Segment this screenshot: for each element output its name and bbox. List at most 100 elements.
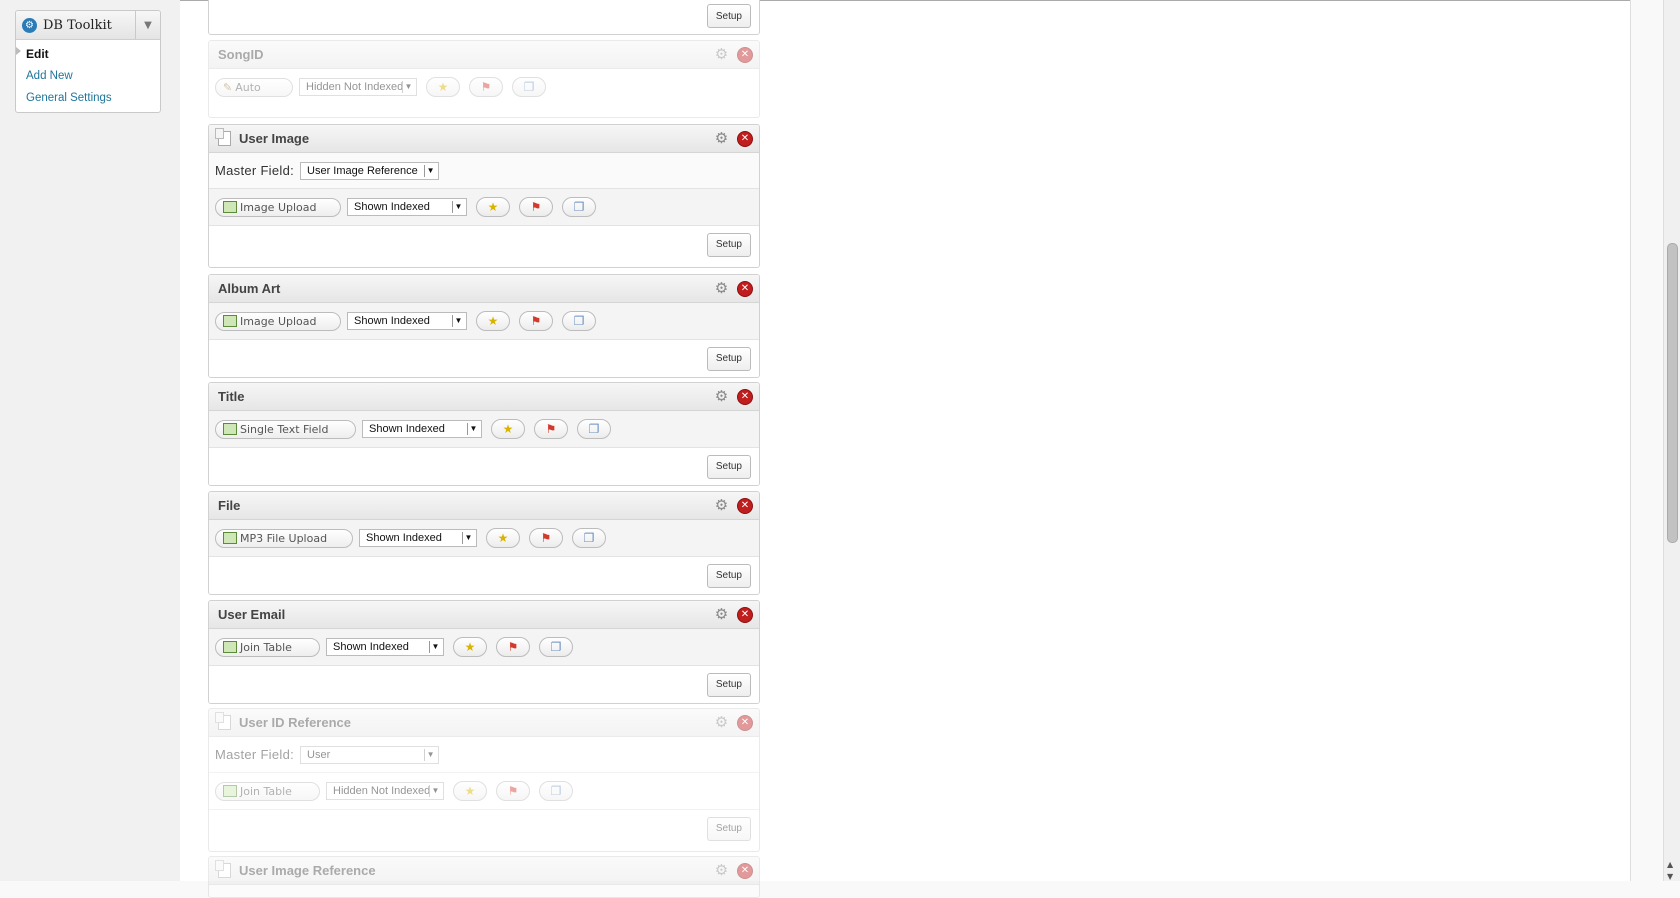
duplicate-icon: ❐ bbox=[523, 80, 535, 94]
field-title: User Image bbox=[239, 131, 310, 146]
field-title: User ID Reference bbox=[239, 715, 351, 730]
visibility-value: Shown Indexed bbox=[354, 201, 430, 213]
field-title: Album Art bbox=[218, 281, 281, 296]
duplicate-icon: ❐ bbox=[550, 784, 562, 798]
duplicate-button[interactable]: ❐ bbox=[539, 637, 573, 657]
field-panel-album-art: Album Art ⚙ ✕ Image Upload Shown Indexed… bbox=[208, 274, 760, 378]
setup-button[interactable]: Setup bbox=[706, 4, 751, 28]
setup-button[interactable]: Setup bbox=[706, 816, 751, 841]
gear-icon[interactable]: ⚙ bbox=[714, 47, 729, 62]
vertical-scrollbar[interactable]: ▲ ▼ bbox=[1663, 0, 1680, 881]
field-type-pill[interactable]: Image Upload bbox=[215, 197, 341, 217]
field-type-pill[interactable]: Join Table bbox=[215, 637, 320, 657]
field-type-icon bbox=[223, 532, 237, 544]
gear-icon[interactable]: ⚙ bbox=[714, 607, 729, 622]
flag-button[interactable]: ⚑ bbox=[496, 637, 530, 657]
flag-button[interactable]: ⚑ bbox=[519, 311, 553, 331]
master-field-select[interactable]: User ▼ bbox=[300, 745, 440, 764]
field-type-label: Join Table bbox=[240, 784, 292, 798]
field-type-pill[interactable]: Image Upload bbox=[215, 311, 341, 331]
field-type-pill[interactable]: ✎ Auto bbox=[215, 77, 293, 97]
setup-button[interactable]: Setup bbox=[706, 232, 751, 257]
scroll-up-icon[interactable]: ▲ bbox=[1667, 860, 1673, 869]
duplicate-button[interactable]: ❐ bbox=[572, 528, 606, 548]
visibility-select[interactable]: Shown Indexed ▼ bbox=[347, 198, 467, 216]
star-button[interactable]: ★ bbox=[453, 637, 487, 657]
flag-icon: ⚑ bbox=[507, 640, 519, 654]
close-icon[interactable]: ✕ bbox=[737, 281, 753, 297]
scroll-down-icon[interactable]: ▼ bbox=[1667, 872, 1673, 881]
gear-icon[interactable]: ⚙ bbox=[714, 863, 729, 878]
gear-icon[interactable]: ⚙ bbox=[714, 281, 729, 296]
star-button[interactable]: ★ bbox=[426, 77, 460, 97]
close-icon[interactable]: ✕ bbox=[737, 389, 753, 405]
duplicate-button[interactable]: ❐ bbox=[512, 77, 546, 97]
star-button[interactable]: ★ bbox=[491, 419, 525, 439]
gear-icon[interactable]: ⚙ bbox=[714, 498, 729, 513]
visibility-select[interactable]: Shown Indexed ▼ bbox=[326, 638, 444, 656]
field-type-pill[interactable]: Join Table bbox=[215, 781, 320, 801]
close-icon[interactable]: ✕ bbox=[737, 47, 753, 63]
chevron-down-icon: ▼ bbox=[429, 785, 441, 797]
field-title: User Email bbox=[218, 607, 286, 622]
close-icon[interactable]: ✕ bbox=[737, 715, 753, 731]
setup-button[interactable]: Setup bbox=[706, 563, 751, 588]
setup-button[interactable]: Setup bbox=[706, 672, 751, 697]
chevron-down-icon: ▼ bbox=[424, 748, 436, 761]
wand-icon: ✎ bbox=[223, 80, 233, 94]
document-icon bbox=[215, 712, 231, 730]
star-button[interactable]: ★ bbox=[486, 528, 520, 548]
menu-item-general-settings[interactable]: General Settings bbox=[16, 87, 160, 112]
field-panel-user-id-reference: User ID Reference ⚙ ✕ Master Field: User… bbox=[208, 708, 760, 852]
field-type-pill[interactable]: MP3 File Upload bbox=[215, 528, 353, 548]
flag-button[interactable]: ⚑ bbox=[529, 528, 563, 548]
field-panel-user-image: User Image ⚙ ✕ Master Field: User Image … bbox=[208, 124, 760, 268]
star-button[interactable]: ★ bbox=[476, 311, 510, 331]
gear-icon[interactable]: ⚙ bbox=[714, 131, 729, 146]
close-icon[interactable]: ✕ bbox=[737, 498, 753, 514]
close-icon[interactable]: ✕ bbox=[737, 863, 753, 879]
visibility-select[interactable]: Hidden Not Indexed ▼ bbox=[299, 78, 417, 96]
duplicate-icon: ❐ bbox=[550, 640, 562, 654]
field-title: File bbox=[218, 498, 241, 513]
close-icon[interactable]: ✕ bbox=[737, 131, 753, 147]
setup-button[interactable]: Setup bbox=[706, 454, 751, 479]
field-type-label: Join Table bbox=[240, 640, 292, 654]
duplicate-button[interactable]: ❐ bbox=[562, 311, 596, 331]
master-field-value: User bbox=[307, 748, 331, 761]
visibility-value: Shown Indexed bbox=[366, 532, 442, 544]
gear-icon[interactable]: ⚙ bbox=[714, 715, 729, 730]
gear-icon[interactable]: ⚙ bbox=[714, 389, 729, 404]
duplicate-button[interactable]: ❐ bbox=[577, 419, 611, 439]
menu-toggle-icon[interactable]: ▼ bbox=[135, 11, 160, 39]
field-title: SongID bbox=[218, 47, 264, 62]
close-icon[interactable]: ✕ bbox=[737, 607, 753, 623]
flag-button[interactable]: ⚑ bbox=[534, 419, 568, 439]
visibility-select[interactable]: Hidden Not Indexed ▼ bbox=[326, 782, 444, 800]
field-type-label: Image Upload bbox=[240, 200, 317, 214]
master-field-select[interactable]: User Image Reference ▼ bbox=[300, 161, 440, 180]
menu-item-edit[interactable]: Edit bbox=[16, 40, 160, 65]
setup-button[interactable]: Setup bbox=[706, 346, 751, 371]
dbtoolkit-menu: ⚙ DB Toolkit ▼ Edit Add New General Sett… bbox=[15, 10, 161, 113]
flag-icon: ⚑ bbox=[540, 531, 552, 545]
duplicate-button[interactable]: ❐ bbox=[562, 197, 596, 217]
flag-button[interactable]: ⚑ bbox=[519, 197, 553, 217]
field-type-pill[interactable]: Single Text Field bbox=[215, 419, 356, 439]
menu-item-add-new[interactable]: Add New bbox=[16, 65, 160, 87]
scrollbar-thumb[interactable] bbox=[1667, 243, 1678, 543]
duplicate-button[interactable]: ❐ bbox=[539, 781, 573, 801]
field-title: User Image Reference bbox=[239, 863, 376, 878]
visibility-select[interactable]: Shown Indexed ▼ bbox=[359, 529, 477, 547]
star-button[interactable]: ★ bbox=[476, 197, 510, 217]
visibility-select[interactable]: Shown Indexed ▼ bbox=[362, 420, 482, 438]
flag-button[interactable]: ⚑ bbox=[469, 77, 503, 97]
menu-header[interactable]: ⚙ DB Toolkit ▼ bbox=[16, 11, 160, 40]
star-icon: ★ bbox=[437, 80, 449, 94]
visibility-select[interactable]: Shown Indexed ▼ bbox=[347, 312, 467, 330]
document-icon bbox=[215, 860, 231, 878]
flag-button[interactable]: ⚑ bbox=[496, 781, 530, 801]
star-icon: ★ bbox=[464, 640, 476, 654]
star-button[interactable]: ★ bbox=[453, 781, 487, 801]
admin-sidebar bbox=[0, 0, 181, 881]
